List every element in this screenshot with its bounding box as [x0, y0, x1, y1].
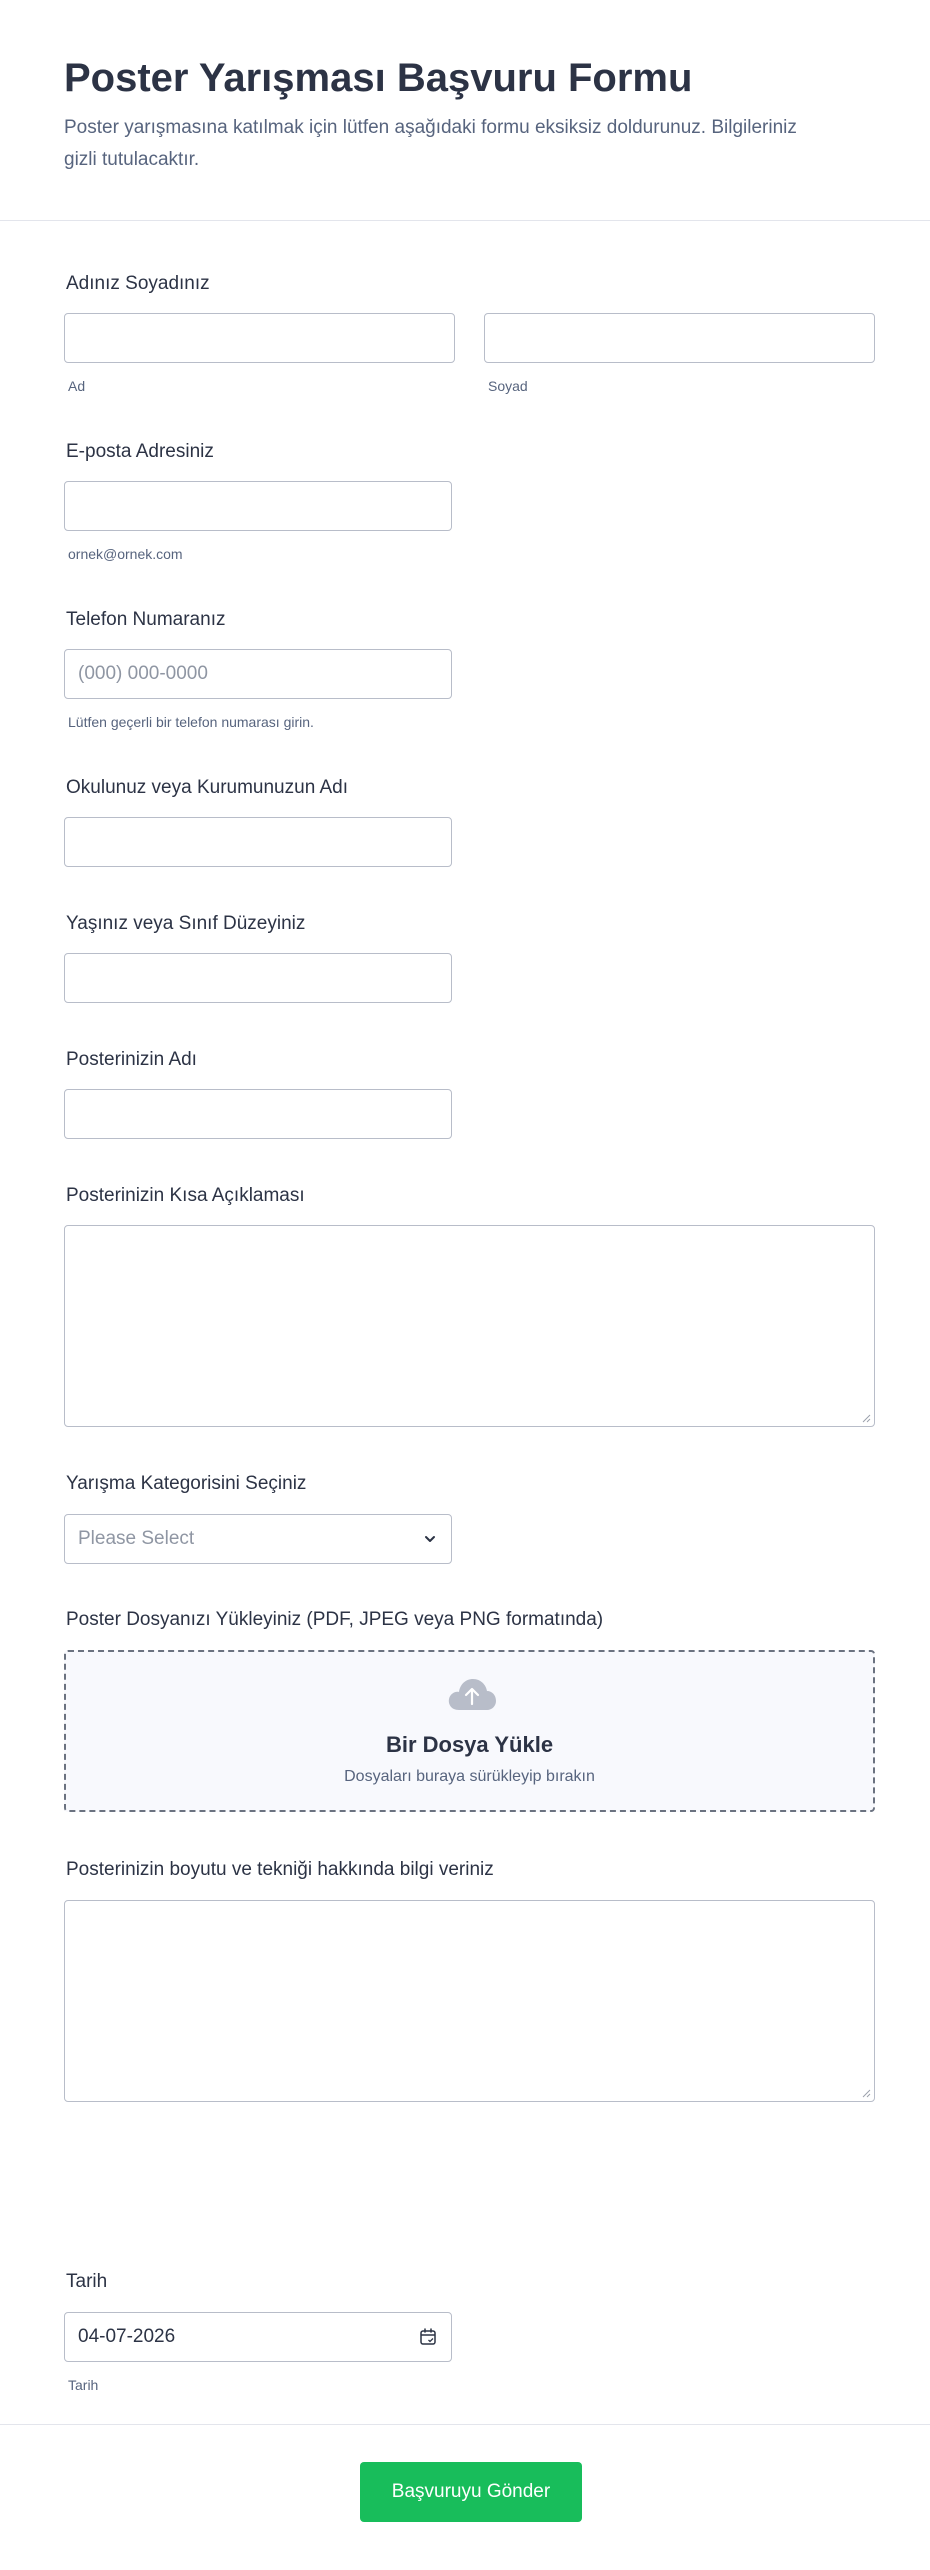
- upload-label: Poster Dosyanızı Yükleyiniz (PDF, JPEG v…: [66, 1609, 604, 1630]
- poster-desc-textarea[interactable]: [64, 1225, 875, 1427]
- email-label: E-posta Adresiniz: [66, 441, 214, 462]
- poster-name-label-wrap: Posterinizin Adı: [64, 1048, 197, 1072]
- email-label-wrap: E-posta Adresiniz: [64, 440, 214, 464]
- form-title: Poster Yarışması Başvuru Formu: [64, 56, 693, 100]
- upload-label-wrap: Poster Dosyanızı Yükleyiniz (PDF, JPEG v…: [64, 1608, 603, 1632]
- name-label-wrap: Adınız Soyadınız: [64, 272, 210, 296]
- name-label: Adınız Soyadınız: [66, 273, 210, 294]
- age-label-wrap: Yaşınız veya Sınıf Düzeyiniz: [64, 912, 305, 936]
- calendar-icon[interactable]: [419, 2328, 437, 2346]
- upload-subtitle: Dosyaları buraya sürükleyip bırakın: [344, 1768, 595, 1785]
- age-input[interactable]: [64, 953, 452, 1003]
- school-label: Okulunuz veya Kurumunuzun Adı: [66, 777, 349, 798]
- age-label: Yaşınız veya Sınıf Düzeyiniz: [66, 913, 306, 934]
- upload-title: Bir Dosya Yükle: [385, 1732, 554, 1757]
- chevron-down-icon: [425, 1536, 435, 1542]
- category-selected-value: Please Select: [78, 1528, 195, 1549]
- last-name-sublabel: Soyad: [488, 378, 528, 394]
- size-info-label: Posterinizin boyutu ve tekniği hakkında …: [66, 1859, 494, 1880]
- school-label-wrap: Okulunuz veya Kurumunuzun Adı: [64, 776, 348, 800]
- date-label-wrap: Tarih: [64, 2270, 107, 2294]
- last-name-input[interactable]: [484, 313, 875, 363]
- date-input[interactable]: 04-07-2026: [64, 2312, 452, 2362]
- header-divider: [0, 220, 930, 221]
- form-page: Poster Yarışması Başvuru Formu Poster ya…: [0, 0, 930, 2570]
- first-name-sublabel: Ad: [68, 378, 86, 394]
- date-sublabel: Tarih: [68, 2377, 99, 2393]
- footer-divider: [0, 2424, 930, 2425]
- file-upload-dropzone[interactable]: Bir Dosya Yükle Dosyaları buraya sürükle…: [64, 1650, 875, 1812]
- phone-input[interactable]: (000) 000-0000: [64, 649, 452, 699]
- form-header: Poster Yarışması Başvuru Formu Poster ya…: [64, 54, 864, 176]
- cloud-upload-icon: [448, 1679, 496, 1710]
- date-value: 04-07-2026: [78, 2326, 176, 2347]
- form-subtitle: Poster yarışmasına katılmak için lütfen …: [64, 117, 797, 170]
- phone-sublabel: Lütfen geçerli bir telefon numarası giri…: [68, 714, 314, 730]
- poster-desc-label: Posterinizin Kısa Açıklaması: [66, 1185, 305, 1206]
- phone-label-wrap: Telefon Numaranız: [64, 608, 225, 632]
- poster-name-input[interactable]: [64, 1089, 452, 1139]
- first-name-input[interactable]: [64, 313, 455, 363]
- poster-desc-label-wrap: Posterinizin Kısa Açıklaması: [64, 1184, 305, 1208]
- phone-label: Telefon Numaranız: [66, 609, 226, 630]
- size-info-textarea[interactable]: [64, 1900, 875, 2102]
- category-select[interactable]: Please Select: [64, 1514, 452, 1564]
- phone-placeholder: (000) 000-0000: [78, 663, 208, 684]
- email-field[interactable]: [64, 481, 452, 531]
- category-label-wrap: Yarışma Kategorisini Seçiniz: [64, 1472, 306, 1496]
- size-info-label-wrap: Posterinizin boyutu ve tekniği hakkında …: [64, 1858, 494, 1882]
- submit-button[interactable]: Başvuruyu Gönder: [360, 2462, 582, 2522]
- email-sublabel: ornek@ornek.com: [68, 546, 183, 562]
- resize-handle-icon[interactable]: [861, 1413, 871, 1423]
- date-label: Tarih: [66, 2271, 108, 2292]
- poster-name-label: Posterinizin Adı: [66, 1049, 197, 1070]
- category-label: Yarışma Kategorisini Seçiniz: [66, 1473, 307, 1494]
- school-input[interactable]: [64, 817, 452, 867]
- resize-handle-icon[interactable]: [861, 2088, 871, 2098]
